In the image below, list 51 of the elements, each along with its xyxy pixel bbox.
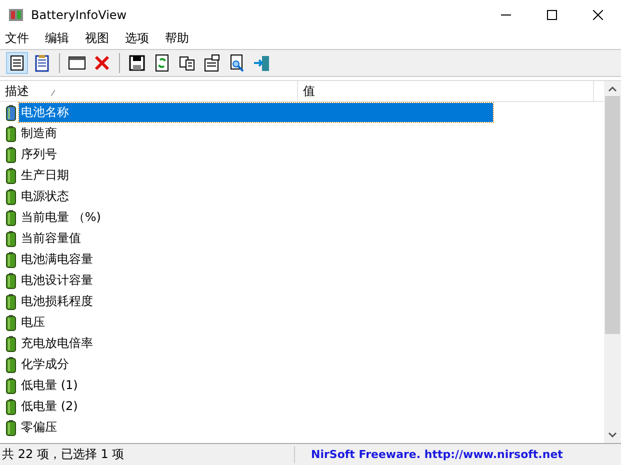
- sort-indicator-icon: [51, 90, 55, 96]
- battery-icon: [6, 420, 16, 436]
- maximize-icon[interactable]: [547, 10, 557, 20]
- battery-icon: [6, 168, 16, 184]
- list-item[interactable]: 低电量 (1): [19, 376, 493, 395]
- list-item[interactable]: 当前容量值: [19, 229, 493, 248]
- battery-icon: [6, 294, 16, 310]
- battery-icon: [6, 188, 16, 204]
- status-text: 共 22 项，已选择 1 项: [0, 446, 295, 463]
- list-item[interactable]: 电池名称: [19, 103, 493, 122]
- battery-icon: [6, 104, 16, 120]
- list-item[interactable]: 电压: [19, 313, 493, 332]
- list-item[interactable]: 电池损耗程度: [19, 292, 493, 311]
- list-item[interactable]: 当前电量 （%): [19, 208, 493, 227]
- list-item[interactable]: 电池设计容量: [19, 271, 493, 290]
- battery-icon: [6, 126, 16, 142]
- battery-icon: [6, 314, 16, 330]
- scroll-down-icon[interactable]: [608, 432, 617, 438]
- close-icon[interactable]: [593, 10, 603, 20]
- battery-app-icon: [8, 7, 24, 23]
- battery-icon: [6, 230, 16, 246]
- battery-icon: [6, 272, 16, 288]
- list-item[interactable]: 化学成分: [19, 355, 493, 374]
- menu-item[interactable]: 视图: [85, 30, 109, 47]
- menu-item[interactable]: 选项: [125, 30, 149, 47]
- battery-icon: [6, 378, 16, 394]
- battery-icon: [6, 252, 16, 268]
- list-item[interactable]: 零偏压: [19, 418, 493, 437]
- column-header[interactable]: 描述: [0, 81, 298, 101]
- scroll-up-icon[interactable]: [608, 86, 617, 92]
- battery-icon: [6, 210, 16, 226]
- scrollbar-thumb[interactable]: [605, 96, 620, 334]
- list-item[interactable]: 充电放电倍率: [19, 334, 493, 353]
- battery-icon: [6, 146, 16, 162]
- list-item[interactable]: 电池满电容量: [19, 250, 493, 269]
- menu-item[interactable]: 帮助: [165, 30, 189, 47]
- list-item[interactable]: 生产日期: [19, 166, 493, 185]
- list-item[interactable]: 制造商: [19, 124, 493, 143]
- battery-icon: [6, 356, 16, 372]
- list-item[interactable]: 电源状态: [19, 187, 493, 206]
- menu-item[interactable]: 文件: [5, 30, 29, 47]
- window-title: BatteryInfoView: [31, 8, 127, 22]
- vertical-scrollbar[interactable]: [604, 81, 621, 443]
- credit-link[interactable]: NirSoft Freeware. http://www.nirsoft.net: [295, 448, 563, 461]
- list-item[interactable]: 低电量 (2): [19, 397, 493, 416]
- battery-icon: [6, 398, 16, 414]
- details-button[interactable]: [6, 52, 28, 74]
- menu-item[interactable]: 编辑: [45, 30, 69, 47]
- list-item[interactable]: 序列号: [19, 145, 493, 164]
- column-header[interactable]: 值: [298, 81, 594, 101]
- battery-icon: [6, 336, 16, 352]
